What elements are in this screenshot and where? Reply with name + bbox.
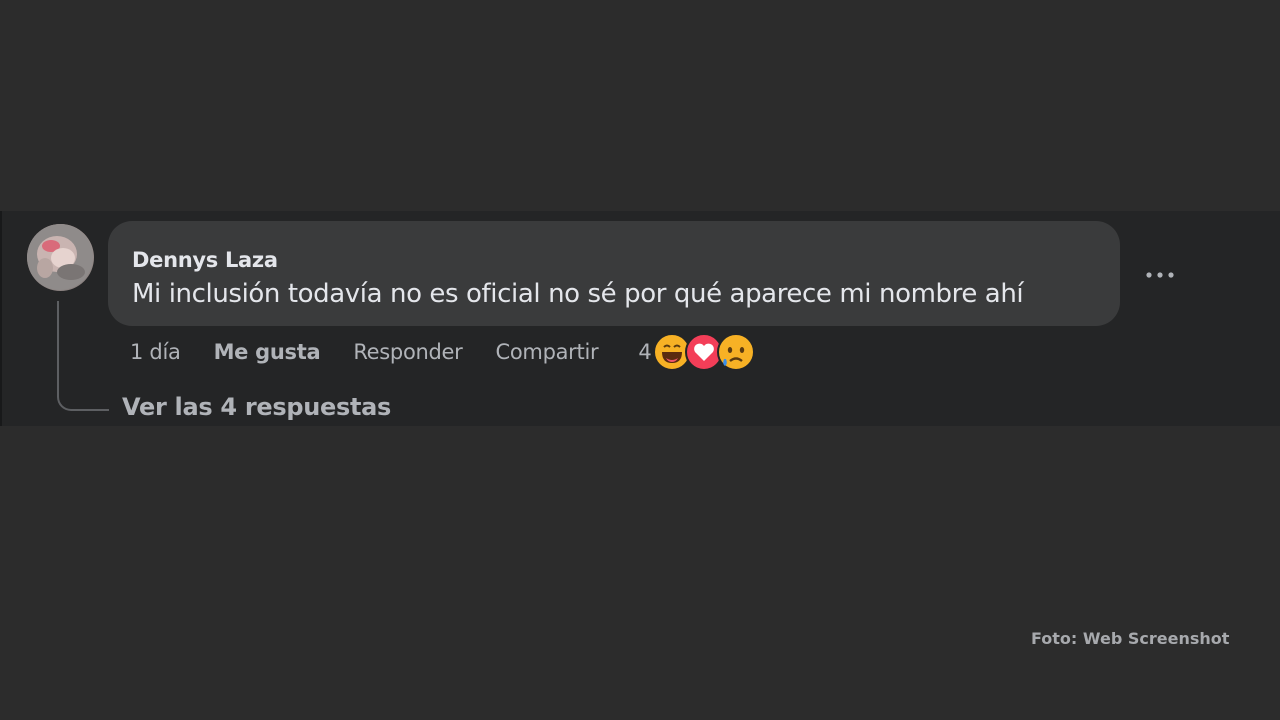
like-button[interactable]: Me gusta bbox=[214, 340, 321, 364]
reaction-count[interactable]: 4 bbox=[638, 340, 651, 364]
reactions-summary[interactable] bbox=[653, 333, 756, 371]
thread-connector-line bbox=[57, 301, 109, 411]
sad-reaction-icon bbox=[717, 333, 756, 371]
comment-actions: 1 día Me gusta Responder Compartir 4 bbox=[130, 333, 756, 371]
photo-credit-caption: Foto: Web Screenshot bbox=[1031, 629, 1230, 648]
more-options-icon bbox=[1146, 272, 1174, 278]
comment-timestamp[interactable]: 1 día bbox=[130, 340, 181, 364]
avatar-image bbox=[27, 224, 93, 290]
comment-bubble: Dennys Laza Mi inclusión todavía no es o… bbox=[108, 221, 1120, 326]
comment-text: Mi inclusión todavía no es oficial no sé… bbox=[132, 279, 1024, 309]
view-replies-link[interactable]: Ver las 4 respuestas bbox=[122, 393, 391, 421]
comment-panel: Dennys Laza Mi inclusión todavía no es o… bbox=[0, 211, 1280, 426]
share-button[interactable]: Compartir bbox=[496, 340, 599, 364]
comment-author[interactable]: Dennys Laza bbox=[132, 247, 1096, 273]
user-avatar[interactable] bbox=[27, 224, 94, 291]
reply-button[interactable]: Responder bbox=[353, 340, 462, 364]
more-options-button[interactable] bbox=[1143, 263, 1179, 287]
